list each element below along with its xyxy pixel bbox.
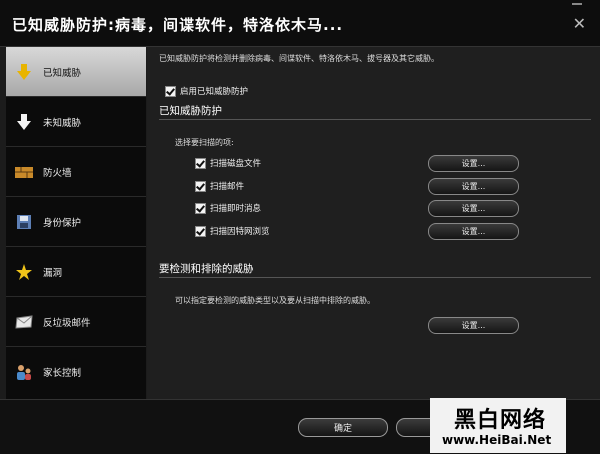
- star-icon: [15, 263, 33, 281]
- title-bar-handle: [572, 3, 582, 11]
- section-divider: [159, 119, 591, 120]
- exclusions-settings-button[interactable]: 设置...: [428, 317, 519, 334]
- mail-icon: [15, 313, 33, 331]
- checkbox-box[interactable]: [195, 225, 206, 237]
- sidebar-item-known-threats[interactable]: 已知威胁: [6, 47, 146, 97]
- exclusions-description: 可以指定要检测的威胁类型以及要从扫描中排除的威胁。: [175, 296, 375, 305]
- sidebar-item-label: 漏洞: [43, 267, 63, 279]
- checkbox-label: 扫描磁盘文件: [210, 159, 262, 169]
- watermark-text: 黑白网络: [454, 408, 547, 433]
- scan-disk-settings-button[interactable]: 设置...: [428, 155, 519, 172]
- checkbox-label: 扫描因特网浏览: [210, 227, 270, 237]
- arrow-down-white-icon: [15, 113, 33, 131]
- scan-im-checkbox[interactable]: 扫描即时消息: [195, 202, 261, 214]
- sidebar-item-antispam[interactable]: 反垃圾邮件: [6, 297, 146, 347]
- sidebar-item-label: 未知威胁: [43, 117, 82, 129]
- scan-mail-settings-button[interactable]: 设置...: [428, 178, 519, 195]
- firewall-icon: [15, 163, 33, 181]
- window-title: 已知威胁防护:病毒，间谍软件，特洛依木马...: [12, 16, 344, 34]
- sidebar-item-label: 已知威胁: [43, 67, 82, 79]
- section-divider: [159, 277, 591, 278]
- checkbox-box[interactable]: [195, 202, 206, 214]
- panel-description: 已知威胁防护将检测并删除病毒、间谍软件、特洛依木马、拔号器及其它威胁。: [159, 54, 439, 63]
- sidebar-item-label: 身份保护: [43, 217, 82, 229]
- sidebar-item-identity[interactable]: 身份保护: [6, 197, 146, 247]
- main-panel: 已知威胁防护将检测并删除病毒、间谍软件、特洛依木马、拔号器及其它威胁。 启用已知…: [147, 47, 600, 399]
- sidebar-item-firewall[interactable]: 防火墙: [6, 147, 146, 197]
- parental-icon: [15, 363, 33, 381]
- watermark-url: www.HeiBai.Net: [442, 433, 552, 447]
- checkbox-label: 扫描邮件: [210, 182, 245, 192]
- scan-disk-checkbox[interactable]: 扫描磁盘文件: [195, 157, 261, 169]
- scan-web-checkbox[interactable]: 扫描因特网浏览: [195, 225, 270, 237]
- sidebar: 已知威胁 未知威胁 防火墙 身份保护 漏洞 反垃圾邮件 家长控制: [6, 47, 146, 399]
- sidebar-item-unknown-threats[interactable]: 未知威胁: [6, 97, 146, 147]
- checkbox-box[interactable]: [195, 157, 206, 169]
- ok-button[interactable]: 确定: [298, 418, 388, 437]
- checkbox-box[interactable]: [165, 85, 176, 97]
- title-bar: 已知威胁防护:病毒，间谍软件，特洛依木马... ✕: [0, 0, 600, 47]
- enable-protection-checkbox[interactable]: 启用已知威胁防护: [165, 85, 248, 97]
- scan-mail-checkbox[interactable]: 扫描邮件: [195, 180, 244, 192]
- sidebar-item-parental[interactable]: 家长控制: [6, 347, 146, 396]
- arrow-down-icon: [15, 63, 33, 81]
- sidebar-item-vulnerability[interactable]: 漏洞: [6, 247, 146, 297]
- sidebar-item-label: 家长控制: [43, 367, 82, 379]
- scan-web-settings-button[interactable]: 设置...: [428, 223, 519, 240]
- section-title-known: 已知威胁防护: [159, 105, 222, 117]
- sidebar-item-label: 反垃圾邮件: [43, 317, 91, 329]
- scan-im-settings-button[interactable]: 设置...: [428, 200, 519, 217]
- scan-items-subtitle: 选择要扫描的项:: [175, 138, 234, 147]
- section-title-exclusions: 要检测和排除的威胁: [159, 263, 254, 275]
- watermark-logo: 黑白网络 www.HeiBai.Net: [430, 398, 566, 453]
- dialog-window: 已知威胁防护:病毒，间谍软件，特洛依木马... ✕ 已知威胁 未知威胁 防火墙: [0, 0, 600, 454]
- checkbox-label: 扫描即时消息: [210, 204, 262, 214]
- checkbox-label: 启用已知威胁防护: [180, 87, 249, 97]
- checkbox-box[interactable]: [195, 180, 206, 192]
- close-icon[interactable]: ✕: [573, 14, 586, 33]
- identity-icon: [15, 213, 33, 231]
- sidebar-item-label: 防火墙: [43, 167, 72, 179]
